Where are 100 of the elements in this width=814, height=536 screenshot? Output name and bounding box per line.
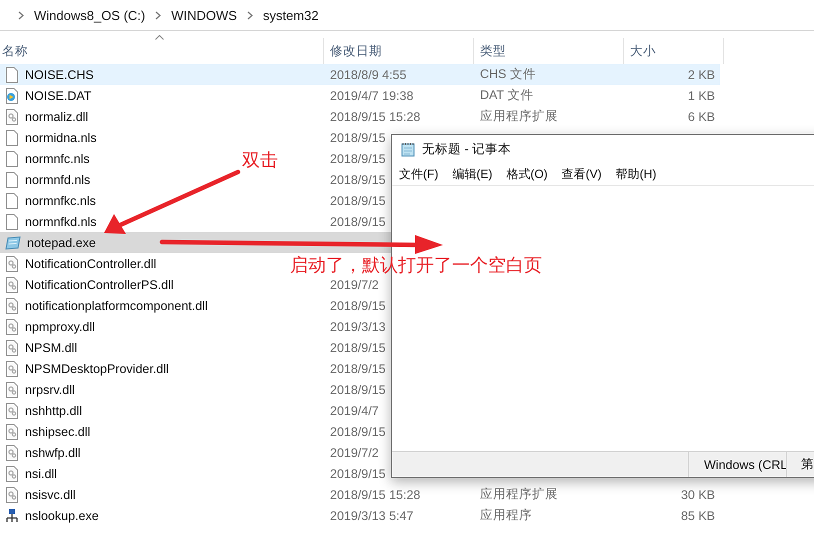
modified-date: 2018/9/15 bbox=[330, 194, 386, 208]
file-name: nshwfp.dll bbox=[25, 446, 81, 460]
gear-document-icon bbox=[5, 276, 19, 292]
file-row[interactable]: nshipsec.dll 2018/9/15 bbox=[0, 421, 720, 442]
modified-date: 2018/9/15 bbox=[330, 172, 386, 186]
notepad-icon bbox=[5, 236, 21, 250]
file-row[interactable]: notificationplatformcomponent.dll 2018/9/15 bbox=[0, 295, 720, 316]
breadcrumb-item[interactable]: WINDOWS bbox=[171, 8, 237, 22]
network-icon bbox=[5, 508, 19, 524]
file-name: NOISE.CHS bbox=[25, 68, 94, 82]
notepad-icon bbox=[401, 142, 415, 156]
file-size: 6 KB bbox=[686, 110, 715, 124]
file-name: nslookup.exe bbox=[25, 508, 99, 522]
modified-date: 2018/9/15 bbox=[330, 298, 386, 312]
modified-date: 2018/9/15 15:28 bbox=[330, 110, 420, 124]
gear-document-icon bbox=[5, 318, 19, 334]
file-name: nsi.dll bbox=[25, 466, 57, 480]
menu-item[interactable]: 编辑(E) bbox=[452, 166, 492, 182]
gear-document-icon bbox=[5, 466, 19, 482]
document-icon bbox=[5, 150, 19, 166]
file-row[interactable]: nshhttp.dll 2019/4/7 bbox=[0, 400, 720, 421]
modified-date: 2018/9/15 bbox=[330, 424, 386, 438]
gear-document-icon bbox=[5, 382, 19, 398]
file-name: NotificationControllerPS.dll bbox=[25, 278, 174, 292]
gear-document-icon bbox=[5, 298, 19, 314]
modified-date: 2019/4/7 19:38 bbox=[330, 88, 414, 102]
file-row[interactable]: NPSM.dll 2018/9/15 bbox=[0, 337, 720, 358]
file-type: CHS 文件 bbox=[480, 67, 536, 81]
status-bar-item: Windows (CRL bbox=[688, 452, 786, 477]
file-row[interactable]: nrpsrv.dll 2018/9/15 bbox=[0, 379, 720, 400]
modified-date: 2018/9/15 bbox=[330, 362, 386, 376]
sort-caret-icon bbox=[155, 35, 164, 40]
modified-date: 2018/8/9 4:55 bbox=[330, 68, 406, 82]
file-name: NOISE.DAT bbox=[25, 88, 92, 102]
file-type: 应用程序扩展 bbox=[480, 109, 558, 123]
file-row[interactable]: nsisvc.dll 2018/9/15 15:28 应用程序扩展 30 KB bbox=[0, 484, 720, 505]
modified-date: 2019/3/13 5:47 bbox=[330, 508, 414, 522]
chevron-icon bbox=[246, 10, 253, 20]
file-row[interactable]: NPSMDesktopProvider.dll 2018/9/15 bbox=[0, 358, 720, 379]
modified-date: 2019/4/7 bbox=[330, 404, 379, 418]
file-row[interactable]: npmproxy.dll 2019/3/13 bbox=[0, 316, 720, 337]
modified-date: 2018/9/15 15:28 bbox=[330, 488, 420, 502]
document-icon bbox=[5, 192, 19, 208]
gear-document-icon bbox=[5, 108, 19, 124]
file-name: NPSMDesktopProvider.dll bbox=[25, 362, 169, 376]
window-title: 无标题 - 记事本 bbox=[422, 140, 512, 158]
gear-document-icon bbox=[5, 424, 19, 440]
file-name: NotificationController.dll bbox=[25, 256, 156, 270]
gear-document-icon bbox=[5, 360, 19, 376]
gear-document-icon bbox=[5, 256, 19, 272]
modified-date: 2018/9/15 bbox=[330, 214, 386, 228]
file-name: normnfkc.nls bbox=[25, 194, 96, 208]
modified-date: 2018/9/15 bbox=[330, 466, 386, 480]
file-size: 2 KB bbox=[686, 68, 715, 82]
file-row[interactable]: normnfkc.nls 2018/9/15 bbox=[0, 190, 720, 211]
document-icon bbox=[5, 214, 19, 230]
file-row[interactable]: NOISE.CHS 2018/8/9 4:55 CHS 文件 2 KB bbox=[0, 64, 720, 85]
file-name: nrpsrv.dll bbox=[25, 382, 75, 396]
file-row[interactable]: NOISE.DAT 2019/4/7 19:38 DAT 文件 1 KB bbox=[0, 85, 720, 106]
menu-item[interactable]: 帮助(H) bbox=[616, 166, 656, 182]
breadcrumb-item[interactable]: Windows8_OS (C:) bbox=[34, 8, 146, 22]
file-row[interactable]: normnfkd.nls 2018/9/15 bbox=[0, 211, 720, 232]
modified-date: 2018/9/15 bbox=[330, 152, 386, 166]
chevron-icon bbox=[155, 10, 162, 20]
menu-item[interactable]: 格式(O) bbox=[506, 166, 548, 182]
file-name: normnfc.nls bbox=[25, 152, 90, 166]
file-row[interactable]: normaliz.dll 2018/9/15 15:28 应用程序扩展 6 KB bbox=[0, 106, 720, 127]
file-type: DAT 文件 bbox=[480, 88, 534, 102]
file-row[interactable]: NotificationControllerPS.dll 2019/7/2 bbox=[0, 274, 720, 295]
media-file-icon bbox=[5, 88, 19, 104]
modified-date: 2018/9/15 bbox=[330, 340, 386, 354]
file-type: 应用程序扩展 bbox=[480, 487, 558, 501]
file-row[interactable]: nslookup.exe 2019/3/13 5:47 应用程序 85 KB bbox=[0, 505, 720, 526]
file-name: notepad.exe bbox=[27, 236, 96, 250]
file-name: nshipsec.dll bbox=[25, 424, 90, 438]
menu-item[interactable]: 查看(V) bbox=[562, 166, 602, 182]
document-icon bbox=[5, 130, 19, 146]
file-type: 应用程序 bbox=[480, 508, 532, 522]
file-name: normaliz.dll bbox=[25, 110, 88, 124]
modified-date: 2018/9/15 bbox=[330, 130, 386, 144]
file-name: normnfkd.nls bbox=[25, 214, 97, 228]
file-name: nshhttp.dll bbox=[25, 404, 82, 418]
file-size: 30 KB bbox=[680, 488, 715, 502]
modified-date: 2018/9/15 bbox=[330, 382, 386, 396]
annotation-text: 双击 bbox=[242, 149, 278, 172]
file-size: 85 KB bbox=[680, 508, 715, 522]
file-name: normidna.nls bbox=[25, 130, 97, 144]
chevron-icon bbox=[18, 10, 24, 20]
breadcrumb-item[interactable]: system32 bbox=[262, 8, 319, 22]
status-bar-item: 第 bbox=[786, 452, 814, 477]
modified-date: 2019/7/2 bbox=[330, 278, 379, 292]
document-icon bbox=[5, 172, 19, 188]
file-name: notificationplatformcomponent.dll bbox=[25, 298, 208, 312]
gear-document-icon bbox=[5, 340, 19, 356]
file-name: nsisvc.dll bbox=[25, 488, 76, 502]
document-icon bbox=[5, 66, 19, 82]
menu-item[interactable]: 文件(F) bbox=[399, 166, 438, 182]
gear-document-icon bbox=[5, 444, 19, 460]
file-name: npmproxy.dll bbox=[25, 320, 95, 334]
file-name: NPSM.dll bbox=[25, 340, 78, 354]
